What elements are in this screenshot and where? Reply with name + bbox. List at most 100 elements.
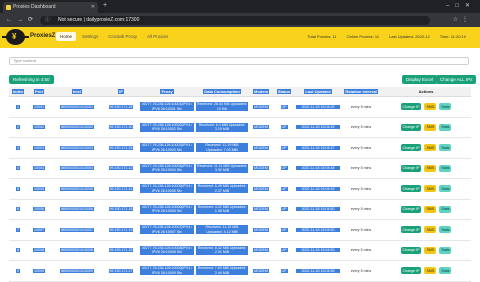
table-row[interactable]: 5 10005 8690000001010005 99.190.171.41 4G/77… [9, 178, 471, 200]
cell-proxy: 4G/77.76.236.126:10005|IPV4 / IPV6 26:10… [139, 178, 195, 200]
close-tab-icon[interactable]: ✕ [91, 2, 95, 13]
column-header[interactable]: Actions [381, 87, 471, 97]
cell-status: UP [273, 137, 295, 159]
sms-button[interactable]: SMS [424, 103, 437, 111]
cell-updated: 2020-11-18 15:04:29 [295, 96, 341, 118]
change-ip-button[interactable]: Change IP [400, 267, 422, 275]
change-all-button[interactable]: Change ALL IPs [436, 75, 477, 84]
cell-data: Received: 7.64 MiB Uploaded: 2.44 MiB [195, 260, 249, 282]
sms-button[interactable]: SMS [424, 185, 437, 193]
cell-modem: MODEM [249, 96, 273, 118]
sms-button[interactable]: SMS [424, 144, 437, 152]
main-nav: Home Settings Crontab Proxy All Proxies [56, 32, 172, 41]
cell-ip: 99.190.171.41 [103, 178, 139, 200]
column-header[interactable]: Data Consumption [195, 87, 249, 97]
table-row[interactable]: 4 10004 8690000001010004 99.190.171.12 4G/77… [9, 158, 471, 179]
change-ip-button[interactable]: Change IP [400, 246, 422, 254]
nav-all-proxies[interactable]: All Proxies [143, 32, 172, 41]
cell-data: Received: 4.22 MiB Uploaded: 1.08 MiB [195, 199, 249, 220]
column-header[interactable]: Last Updated [295, 87, 341, 97]
cell-actions: Change IP SMS Stats [381, 96, 471, 118]
nav-settings[interactable]: Settings [78, 32, 102, 41]
cell-imei: 8690000001010003 [51, 137, 103, 159]
column-header[interactable]: IP [103, 87, 139, 97]
sms-button[interactable]: SMS [424, 226, 437, 234]
browser-tab[interactable]: Proxies Dashboard ✕ [3, 2, 98, 13]
sms-button[interactable]: SMS [424, 246, 437, 254]
change-ip-button[interactable]: Change IP [400, 185, 422, 193]
column-header[interactable]: Imei [51, 87, 103, 97]
cell-port: 10002 [27, 117, 51, 138]
change-ip-button[interactable]: Change IP [400, 205, 422, 213]
stats-button[interactable]: Stats [439, 123, 452, 131]
column-header[interactable]: Proxy [139, 87, 195, 97]
column-header[interactable]: Modem [249, 87, 273, 97]
stats-button[interactable]: Stats [439, 164, 452, 172]
browser-menu-icons[interactable]: ☆⋮ [453, 16, 472, 23]
cell-modem: MODEM [249, 158, 273, 179]
table-row[interactable]: 8 10008 8690000001010008 99.190.171.33 4G/77… [9, 240, 471, 261]
stats-button[interactable]: Stats [439, 185, 452, 193]
nav-crontab[interactable]: Crontab Proxy [104, 32, 141, 41]
cell-status: UP [273, 199, 295, 220]
cell-updated: 2020-11-18 15:04:48 [295, 158, 341, 179]
export-excel-button[interactable]: Display Excel [402, 75, 438, 84]
cell-updated: 2020-11-18 15:04:55 [295, 260, 341, 282]
cell-rotation: every 5 mins [341, 240, 381, 261]
refresh-button[interactable]: Refreshing in 4:50 [9, 75, 54, 84]
cell-actions: Change IP SMS Stats [381, 178, 471, 200]
stats-button[interactable]: Stats [439, 226, 452, 234]
stat-updated: Last Updated: 2020-12 [389, 34, 430, 39]
table-row[interactable]: 7 10007 8690000001010007 99.190.171.19 4G/77… [9, 219, 471, 241]
table-row[interactable]: 1 10001 8690000001010001 99.190.171.28 4G/77… [9, 96, 471, 118]
cell-rotation: every 5 mins [341, 137, 381, 159]
cell-index: 8 [9, 240, 27, 261]
sms-button[interactable]: SMS [424, 205, 437, 213]
cell-ip: 99.190.171.12 [103, 158, 139, 179]
cell-modem: MODEM [249, 117, 273, 138]
favicon-icon [6, 5, 11, 10]
window-controls[interactable]: –□✕ [446, 2, 476, 9]
cell-rotation: every 5 mins [341, 219, 381, 241]
column-header[interactable]: Index [9, 87, 27, 97]
cell-port: 10008 [27, 240, 51, 261]
info-icon[interactable]: ⓘ [45, 16, 50, 25]
cell-modem: MODEM [249, 219, 273, 241]
cell-rotation: every 5 mins [341, 178, 381, 200]
cell-status: UP [273, 117, 295, 138]
sms-button[interactable]: SMS [424, 267, 437, 275]
table-row[interactable]: 6 10006 8690000001010006 99.190.171.16 4G/77… [9, 199, 471, 220]
stats-button[interactable]: Stats [439, 103, 452, 111]
cell-rotation: every 5 mins [341, 158, 381, 179]
cell-ip: 99.190.171.19 [103, 219, 139, 241]
cell-proxy: 4G/77.76.236.126:10001|IPV4 / IPV6 26:10… [139, 96, 195, 118]
change-ip-button[interactable]: Change IP [400, 164, 422, 172]
table-header-row: Index Port Imei IP Proxy Data Consumption Mode… [9, 87, 471, 97]
change-ip-button[interactable]: Change IP [400, 123, 422, 131]
table-row[interactable]: 2 10002 8690000001010002 99.190.171.30 4G/77… [9, 117, 471, 138]
change-ip-button[interactable]: Change IP [400, 226, 422, 234]
cell-imei: 8690000001010006 [51, 199, 103, 220]
change-ip-button[interactable]: Change IP [400, 144, 422, 152]
stats-button[interactable]: Stats [439, 144, 452, 152]
cell-data: Received: 12.19 MiB Uploaded: 7.03 MiB [195, 137, 249, 159]
column-header[interactable]: Port [27, 87, 51, 97]
table-row[interactable]: 9 10009 8690000001010009 99.190.171.27 4G/77… [9, 260, 471, 282]
cell-modem: MODEM [249, 178, 273, 200]
stats-button[interactable]: Stats [439, 246, 452, 254]
cell-modem: MODEM [249, 137, 273, 159]
nav-home[interactable]: Home [56, 32, 77, 41]
search-input[interactable]: Type content [9, 57, 469, 65]
sms-button[interactable]: SMS [424, 164, 437, 172]
nav-back-forward-reload-icons[interactable]: ←→⟳ [6, 16, 38, 23]
sms-button[interactable]: SMS [424, 123, 437, 131]
url-field[interactable]: ⓘ Not secure | dailyproxieZ.com:17300 [40, 16, 430, 25]
change-ip-button[interactable]: Change IP [400, 103, 422, 111]
column-header[interactable]: Rotation Interval [341, 87, 381, 97]
stats-button[interactable]: Stats [439, 205, 452, 213]
cell-modem: MODEM [249, 199, 273, 220]
new-tab-icon[interactable]: + [103, 2, 107, 9]
stats-button[interactable]: Stats [439, 267, 452, 275]
column-header[interactable]: Status [273, 87, 295, 97]
table-row[interactable]: 3 10003 8690000001010003 99.190.171.24 4G/77… [9, 137, 471, 159]
